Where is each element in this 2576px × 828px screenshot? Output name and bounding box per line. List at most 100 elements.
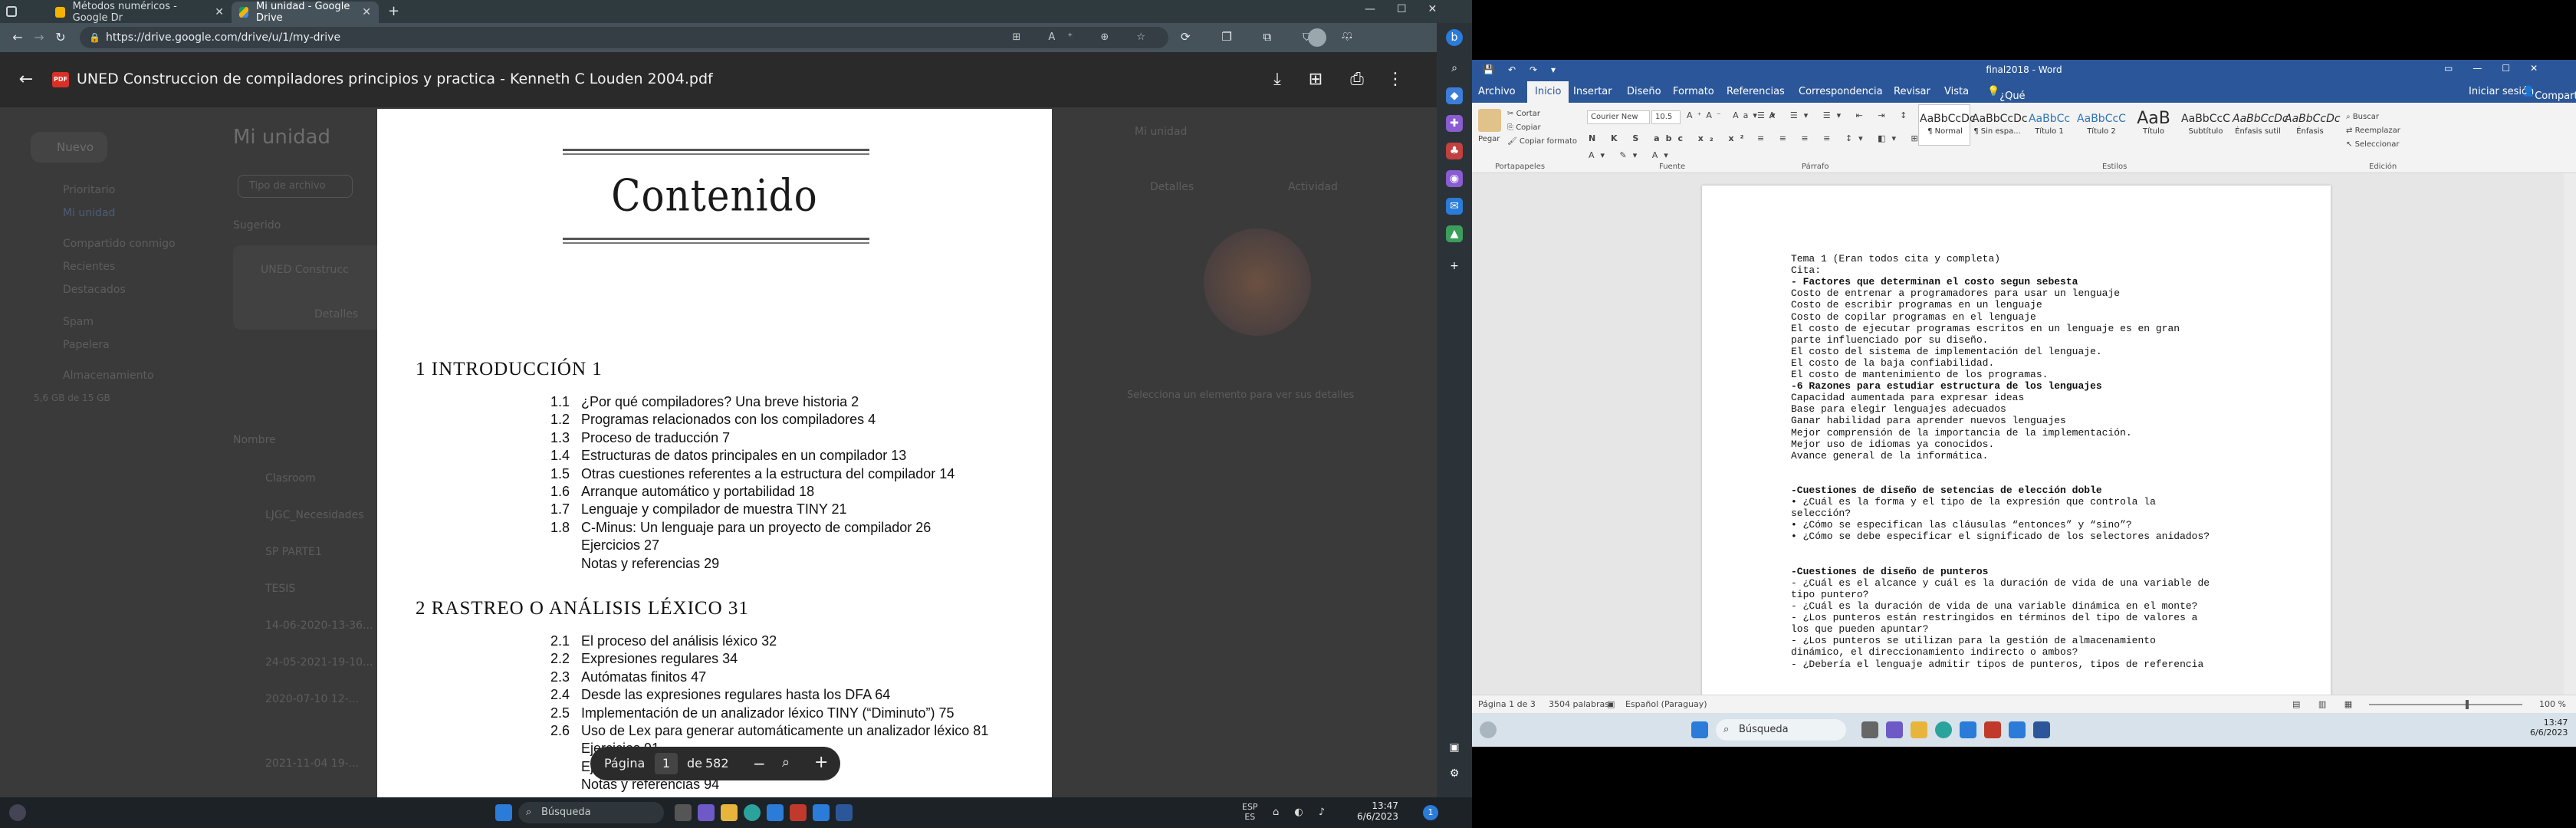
style-item[interactable]: AaBbCcC Subtítulo: [2180, 110, 2231, 140]
close-preview-icon[interactable]: ←: [15, 69, 37, 90]
suggested-details[interactable]: Detalles: [314, 308, 358, 320]
address-bar[interactable]: 🔒 https://drive.google.com/drive/u/1/my-…: [80, 27, 1168, 48]
language-indicator[interactable]: ESP ES: [1242, 802, 1258, 822]
tray-icons[interactable]: ⌂ ◐ ♪: [1273, 807, 1331, 818]
settings-icon[interactable]: ⚙: [1446, 765, 1463, 782]
new-button[interactable]: Nuevo: [31, 132, 107, 163]
word-icon[interactable]: [813, 804, 830, 821]
cut-button[interactable]: ✂ Cortar: [1507, 107, 1577, 121]
notification-badge[interactable]: 1: [1423, 805, 1438, 820]
shopping-icon[interactable]: ◆: [1446, 87, 1463, 104]
start-icon[interactable]: [1691, 721, 1708, 738]
more-menu-icon[interactable]: ⋯: [1339, 29, 1355, 46]
task-view-icon[interactable]: [675, 804, 692, 821]
games-icon[interactable]: ♣: [1446, 143, 1463, 159]
zoom-slider[interactable]: [2369, 704, 2522, 705]
zoom-icon[interactable]: ⌕: [782, 754, 790, 770]
zoom-slider-thumb[interactable]: [2466, 700, 2469, 709]
format-painter-button[interactable]: 🖌 Copiar formato: [1507, 135, 1577, 149]
new-tab-icon[interactable]: +: [388, 3, 399, 19]
tab-metodos[interactable]: Métodos numéricos - Google Dr ✕: [48, 1, 232, 24]
search-icon[interactable]: ⌕: [1446, 60, 1463, 77]
word-page[interactable]: Tema 1 (Eran todos cita y completa) Cita:…: [1702, 186, 2331, 707]
start-icon[interactable]: [495, 804, 512, 821]
zoom-in-button[interactable]: +: [814, 753, 828, 772]
edge-icon[interactable]: [1935, 721, 1952, 738]
style-item[interactable]: AaBbCcDc ¶ Sin espa...: [1972, 110, 2028, 140]
tab-archivo[interactable]: Archivo: [1478, 86, 1516, 97]
list-buttons[interactable]: ☰▾ ☰▾ ☰▾ ⇤ ⇥ ↕ ¶: [1757, 110, 1934, 120]
weather-icon[interactable]: [9, 804, 26, 821]
drop-icon[interactable]: ▲: [1446, 225, 1463, 242]
sidebar-item-7[interactable]: Almacenamiento: [63, 370, 154, 382]
folder-4[interactable]: 14-06-2020-13-36...: [265, 619, 373, 632]
forward-icon[interactable]: →: [31, 29, 48, 46]
proofing-icon[interactable]: ▣: [1607, 699, 1615, 709]
sidebar-item-3[interactable]: Recientes: [63, 261, 115, 273]
store-icon[interactable]: [1960, 721, 1976, 738]
activity-tab[interactable]: Actividad: [1288, 181, 1338, 193]
tab-mi-unidad[interactable]: Mi unidad - Google Drive ✕: [232, 1, 379, 24]
folder-6[interactable]: 2020-07-10 12-...: [265, 693, 359, 705]
sidebar-item-5[interactable]: Spam: [63, 316, 94, 328]
clock[interactable]: 13:47 6/6/2023: [2530, 718, 2568, 738]
close-tab-icon[interactable]: ✕: [215, 6, 224, 18]
folder-7[interactable]: 2021-11-04 19-...: [265, 757, 359, 770]
paste-icon[interactable]: [1478, 109, 1501, 132]
close-tab-icon[interactable]: ✕: [362, 6, 371, 18]
sidebar-item-2[interactable]: Compartido conmigo: [63, 238, 176, 250]
outlook-icon[interactable]: ✉: [1446, 198, 1463, 215]
status-language[interactable]: Español (Paraguay): [1625, 699, 1707, 709]
find-button[interactable]: ⌕ Buscar: [2346, 110, 2400, 124]
folder-0[interactable]: Clasroom: [265, 472, 316, 485]
add-sidebar-icon[interactable]: +: [1446, 258, 1463, 274]
sidebar-item-0[interactable]: Prioritario: [63, 184, 115, 196]
copy-button[interactable]: ⎘ Copiar: [1507, 121, 1577, 135]
address-actions[interactable]: ⊞ A⁺ ⊕ ☆: [1012, 27, 1158, 48]
page-number-input[interactable]: 1: [655, 753, 678, 774]
file-explorer-icon[interactable]: [721, 804, 738, 821]
font-color-buttons[interactable]: A▾ ✎▾ A▾: [1589, 150, 1674, 160]
sidebar-item-1[interactable]: Mi unidad: [63, 207, 115, 219]
folder-2[interactable]: SP PARTE1: [265, 546, 322, 558]
taskbar-search[interactable]: ⌕ Búsqueda: [1716, 719, 1846, 741]
profile-avatar[interactable]: [1308, 28, 1326, 47]
style-item[interactable]: AaBbCc Título 1: [2024, 110, 2075, 140]
open-new-window-icon[interactable]: ⊞: [1305, 69, 1326, 90]
replace-button[interactable]: ⇄ Reemplazar: [2346, 124, 2400, 138]
tell-me-box[interactable]: 💡 ¿Qué desea hacer?: [1987, 86, 2033, 125]
zoom-level[interactable]: 100 %: [2539, 699, 2566, 709]
more-options-icon[interactable]: ⋮: [1385, 69, 1406, 90]
style-item[interactable]: AaBbCcC Título 2: [2076, 110, 2127, 140]
file-type-filter[interactable]: Tipo de archivo: [238, 175, 353, 198]
tab-revisar[interactable]: Revisar: [1894, 86, 1930, 97]
view-buttons[interactable]: ▤ ▥ ▦: [2292, 699, 2360, 709]
tab-insertar[interactable]: Insertar: [1573, 86, 1612, 97]
style-item[interactable]: AaBbCcDc ¶ Normal: [1920, 110, 1976, 140]
window-controls[interactable]: ▭—☐✕: [2444, 63, 2558, 74]
style-item[interactable]: AaB Título: [2128, 110, 2179, 140]
word-icon[interactable]: [2009, 721, 2026, 738]
store-icon[interactable]: [767, 804, 784, 821]
teams-icon[interactable]: [1886, 721, 1903, 738]
word-icon-2[interactable]: [836, 804, 853, 821]
tab-vista[interactable]: Vista: [1944, 86, 1969, 97]
clock[interactable]: 13:47 6/6/2023: [1357, 800, 1398, 822]
app-icon[interactable]: [1984, 721, 2001, 738]
back-icon[interactable]: ←: [9, 29, 26, 46]
print-icon[interactable]: ⎙: [1346, 69, 1368, 90]
sidebar-item-4[interactable]: Destacados: [63, 284, 126, 296]
office-icon[interactable]: ◉: [1446, 170, 1463, 187]
tab-diseno[interactable]: Diseño: [1627, 86, 1661, 97]
share-button[interactable]: 👤 Compartir: [2522, 86, 2576, 102]
tab-formato[interactable]: Formato: [1673, 86, 1714, 97]
select-button[interactable]: ↖ Seleccionar: [2346, 138, 2400, 152]
style-item[interactable]: AaBbCcDc Énfasis: [2285, 110, 2341, 140]
copilot-icon[interactable]: b: [1446, 29, 1463, 46]
folders-sort[interactable]: Nombre: [233, 434, 276, 446]
font-name-box[interactable]: Courier New: [1587, 110, 1650, 124]
sidebar-item-6[interactable]: Papelera: [63, 339, 110, 351]
style-item[interactable]: AaBbCcDc Énfasis sutil: [2233, 110, 2288, 140]
task-view-icon[interactable]: [1861, 721, 1878, 738]
tab-inicio[interactable]: Inicio: [1527, 81, 1569, 103]
